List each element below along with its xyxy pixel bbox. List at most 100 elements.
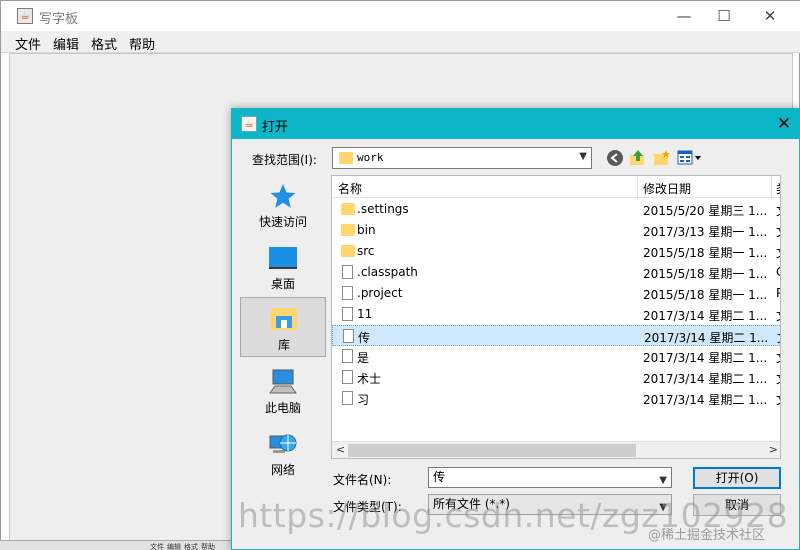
strip-menu-format: 格式 xyxy=(184,543,198,550)
scroll-left-icon[interactable]: < xyxy=(336,443,345,456)
file-date-cell: 2015/5/20 星期三 1... xyxy=(643,204,768,218)
file-date-cell: 2017/3/14 星期二 1... xyxy=(643,393,768,407)
menu-format[interactable]: 格式 xyxy=(91,34,117,53)
place-network[interactable]: 网络 xyxy=(240,423,326,483)
file-type-cell: C xyxy=(776,265,780,279)
file-type-cell: 文 xyxy=(776,349,780,366)
main-title-bar: ☕ 写字板 — ☐ ✕ xyxy=(1,1,800,31)
file-icon xyxy=(342,265,353,279)
file-name-cell: src xyxy=(357,244,375,258)
file-name-cell: 习 xyxy=(357,393,370,407)
file-row[interactable]: 11 2017/3/14 星期二 1... 文 xyxy=(332,304,780,325)
main-window-title: 写字板 xyxy=(39,12,79,27)
file-row[interactable]: 术士 2017/3/14 星期二 1... 文 xyxy=(332,367,780,388)
place-label: 库 xyxy=(277,338,290,352)
file-date-cell: 2017/3/14 星期二 1... xyxy=(643,309,768,323)
folder-icon xyxy=(341,224,355,236)
file-date-cell: 2017/3/14 星期二 1... xyxy=(643,372,768,386)
place-label: 此电脑 xyxy=(264,401,301,415)
strip-menu-help: 帮助 xyxy=(201,543,215,550)
dialog-title: 打开 xyxy=(262,120,289,135)
place-desktop[interactable]: 桌面 xyxy=(240,237,326,297)
file-row[interactable]: .project 2015/5/18 星期一 1... P xyxy=(332,283,780,304)
network-icon xyxy=(269,431,297,455)
file-row[interactable]: 习 2017/3/14 星期二 1... 文 xyxy=(332,388,780,409)
column-name[interactable]: 名称 xyxy=(338,180,362,197)
open-button[interactable]: 打开(O) xyxy=(693,467,781,489)
place-library[interactable]: 库 xyxy=(240,297,326,357)
file-row[interactable]: .classpath 2015/5/18 星期一 1... C xyxy=(332,262,780,283)
look-in-value: work xyxy=(357,151,384,164)
column-type[interactable]: 类 xyxy=(776,180,780,197)
chevron-down-icon[interactable]: ▼ xyxy=(659,471,667,490)
file-type-cell: 文 xyxy=(776,307,780,324)
file-name-cell: .classpath xyxy=(357,265,418,279)
close-button[interactable]: ✕ xyxy=(747,1,793,31)
view-menu-icon[interactable] xyxy=(677,149,703,167)
file-type-cell: 文 xyxy=(776,391,780,408)
column-modified[interactable]: 修改日期 xyxy=(643,180,691,197)
place-quick-access[interactable]: 快速访问 xyxy=(240,175,326,235)
menu-help[interactable]: 帮助 xyxy=(129,34,155,53)
menu-file[interactable]: 文件 xyxy=(15,34,41,53)
file-name-value: 传 xyxy=(433,470,446,484)
back-icon[interactable] xyxy=(606,149,624,167)
scroll-right-icon[interactable]: > xyxy=(769,443,778,456)
file-icon xyxy=(342,286,353,300)
strip-menu-file: 文件 xyxy=(150,543,164,550)
file-list[interactable]: 名称 ⌃ 修改日期 类 .settings 2015/5/20 星期三 1... 文… xyxy=(331,175,781,459)
desktop-icon xyxy=(269,245,297,269)
computer-icon xyxy=(269,369,297,394)
place-label: 快速访问 xyxy=(258,215,307,229)
places-bar: 快速访问 桌面 库 此电脑 网络 xyxy=(240,175,328,477)
column-separator[interactable] xyxy=(637,176,638,198)
folder-icon xyxy=(339,152,353,164)
strip-menu-edit: 编辑 xyxy=(167,543,181,550)
maximize-button[interactable]: ☐ xyxy=(701,1,747,31)
chevron-down-icon[interactable]: ▼ xyxy=(579,151,587,162)
look-in-combo[interactable]: work ▼ xyxy=(332,147,592,169)
file-row[interactable]: src 2015/5/18 星期一 1... 文 xyxy=(332,241,780,262)
place-label: 网络 xyxy=(270,463,295,477)
file-name-cell: 术士 xyxy=(357,372,382,386)
horizontal-scrollbar[interactable]: < > xyxy=(332,441,780,458)
file-row[interactable]: 传 2017/3/14 星期二 1... 文 xyxy=(332,325,780,346)
file-name-input[interactable]: 传 ▼ xyxy=(428,467,672,488)
file-icon xyxy=(342,349,353,363)
file-name-cell: bin xyxy=(357,223,376,237)
file-name-cell: 是 xyxy=(357,351,370,365)
file-row[interactable]: .settings 2015/5/20 星期三 1... 文 xyxy=(332,199,780,220)
file-icon xyxy=(342,307,353,321)
star-icon xyxy=(269,183,297,208)
scrollbar-thumb[interactable] xyxy=(348,444,636,457)
file-name-cell: .project xyxy=(357,286,403,300)
watermark-credit: @稀土掘金技术社区 xyxy=(648,528,766,543)
sort-arrow-icon: ⌃ xyxy=(480,175,488,182)
file-name-cell: .settings xyxy=(357,202,409,216)
file-icon xyxy=(343,329,354,343)
open-dialog: ☕ 打开 ✕ 查找范围(I): work ▼ 快速访问 桌面 库 此电脑 网络 … xyxy=(231,108,800,550)
library-icon xyxy=(270,306,298,330)
column-separator[interactable] xyxy=(771,176,772,198)
file-name-cell: 传 xyxy=(358,331,371,345)
up-folder-icon[interactable] xyxy=(629,149,647,167)
dialog-close-button[interactable]: ✕ xyxy=(773,113,795,135)
file-row[interactable]: bin 2017/3/13 星期一 1... 文 xyxy=(332,220,780,241)
file-date-cell: 2015/5/18 星期一 1... xyxy=(643,288,768,302)
menu-edit[interactable]: 编辑 xyxy=(53,34,79,53)
file-type-cell: 文 xyxy=(776,202,780,219)
file-name-cell: 11 xyxy=(357,307,373,321)
file-type-cell: 文 xyxy=(776,244,780,261)
place-this-pc[interactable]: 此电脑 xyxy=(240,361,326,421)
new-folder-icon[interactable] xyxy=(653,149,671,167)
place-label: 桌面 xyxy=(270,277,295,291)
file-date-cell: 2015/5/18 星期一 1... xyxy=(643,246,768,260)
dialog-title-bar: ☕ 打开 ✕ xyxy=(232,109,800,139)
java-cup-icon: ☕ xyxy=(241,116,257,132)
file-type-cell: 文 xyxy=(777,329,780,346)
file-date-cell: 2017/3/14 星期二 1... xyxy=(644,331,769,345)
file-list-header: 名称 ⌃ 修改日期 类 xyxy=(332,175,780,198)
menu-bar: 文件 编辑 格式 帮助 xyxy=(1,31,800,53)
file-row[interactable]: 是 2017/3/14 星期二 1... 文 xyxy=(332,346,780,367)
look-in-label: 查找范围(I): xyxy=(252,153,317,167)
